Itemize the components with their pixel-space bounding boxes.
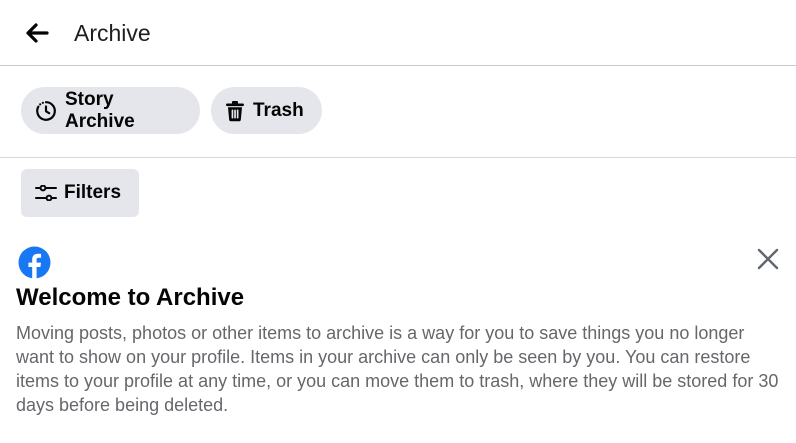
welcome-description: Moving posts, photos or other items to a… (16, 323, 779, 415)
close-icon (757, 248, 779, 270)
story-archive-label: Story Archive (65, 88, 135, 132)
trash-label: Trash (253, 99, 304, 121)
top-bar: Archive (0, 0, 796, 66)
story-archive-button[interactable]: Story Archive (21, 87, 200, 134)
welcome-title: Welcome to Archive (16, 284, 245, 311)
filters-button[interactable]: Filters (21, 169, 139, 217)
archive-categories: Story Archive Trash (0, 66, 796, 158)
sliders-icon (35, 185, 57, 201)
clock-icon (35, 100, 57, 122)
facebook-icon (18, 246, 51, 279)
filters-label: Filters (64, 182, 122, 203)
trash-icon (225, 100, 245, 122)
close-button[interactable] (752, 243, 784, 275)
archive-screen: Archive Story Archive Trash Filters Welc… (0, 0, 796, 443)
back-button[interactable] (20, 16, 54, 50)
trash-button[interactable]: Trash (211, 87, 322, 134)
arrow-left-icon (26, 23, 49, 43)
page-title: Archive (74, 20, 151, 46)
